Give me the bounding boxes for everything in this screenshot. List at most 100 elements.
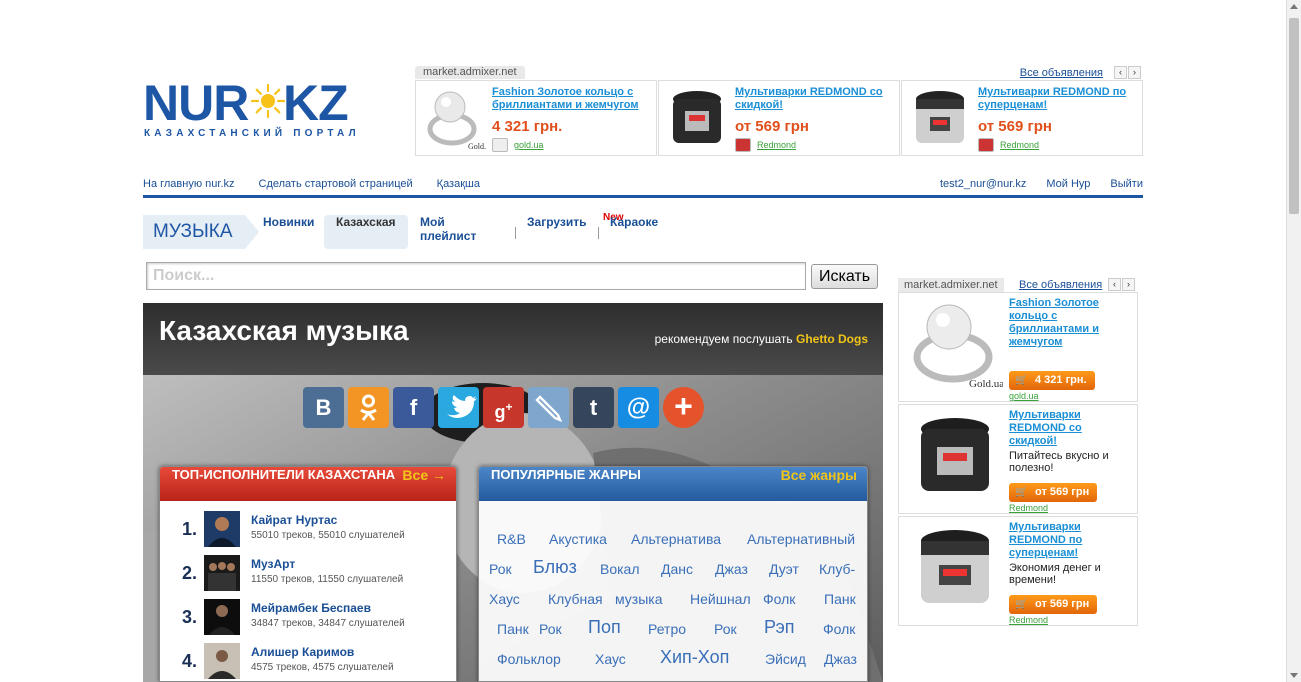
genre-tag[interactable]: Ретро [648, 621, 686, 637]
ad-shop-link[interactable]: gold.ua [514, 140, 544, 150]
nur-kz-logo[interactable]: NUR KZ КАЗАХСТАНСКИЙ ПОРТАЛ [143, 75, 363, 144]
ad-title[interactable]: Fashion Золотое кольцо с бриллиантами и … [1009, 297, 1105, 349]
user-email-link[interactable]: test2_nur@nur.kz [940, 178, 1026, 190]
genre-tag[interactable]: Панк [497, 621, 529, 637]
ad-pager: ‹ › [1114, 66, 1141, 79]
ad-item[interactable]: Мультиварки REDMOND со скидкой! от 569 г… [658, 80, 900, 156]
ad-all-link[interactable]: Все объявления [1019, 279, 1102, 291]
vk-icon[interactable]: В [303, 387, 344, 428]
chevron-left-icon[interactable]: ‹ [1108, 278, 1121, 291]
ad-price-button[interactable]: 4 321 грн. [1009, 371, 1095, 390]
tab-new-releases[interactable]: Новинки [263, 215, 314, 249]
genre-tag[interactable]: Дуэт [769, 561, 799, 577]
ad-title[interactable]: Fashion Золотое кольцо с бриллиантами и … [492, 86, 652, 112]
ad-card[interactable]: Gold.ua Fashion Золотое кольцо с бриллиа… [898, 292, 1138, 402]
list-item[interactable]: 3. Мейрамбек Беспаев 34847 треков, 34847… [182, 599, 452, 639]
chevron-right-icon[interactable]: › [1128, 66, 1141, 79]
genre-tag[interactable]: Рок [714, 621, 737, 637]
tab-my-playlist[interactable]: Мой плейлист [420, 215, 476, 249]
genre-tag[interactable]: Поп [588, 617, 621, 638]
genre-tag[interactable]: Фолк [823, 621, 855, 637]
genre-tag[interactable]: Рэп [764, 617, 795, 638]
ad-shop-link[interactable]: gold.ua [1009, 391, 1039, 401]
genre-tag[interactable]: музыка [615, 591, 662, 607]
genre-tag[interactable]: Акустика [549, 531, 607, 547]
music-section-title[interactable]: МУЗЫКА [143, 215, 259, 249]
twitter-icon[interactable] [438, 387, 479, 428]
all-artists-link[interactable]: Все → [402, 467, 446, 483]
genre-tag[interactable]: Джаз [824, 651, 857, 667]
odnoklassniki-icon[interactable] [348, 387, 389, 428]
artist-name-link[interactable]: Алишер Каримов [251, 645, 354, 659]
search-button[interactable]: Искать [811, 264, 878, 289]
facebook-icon[interactable]: f [393, 387, 434, 428]
genre-tag[interactable]: R&B [497, 531, 526, 547]
genre-tag[interactable]: Фолк [763, 591, 795, 607]
ad-all-link[interactable]: Все объявления [1020, 67, 1103, 79]
tab-karaoke[interactable]: Караоке [610, 215, 658, 249]
ad-title[interactable]: Мультиварки REDMOND по суперценам! [1009, 521, 1105, 560]
ad-card[interactable]: Мультиварки REDMOND со скидкой! Питайтес… [898, 404, 1138, 514]
ad-card[interactable]: Мультиварки REDMOND по суперценам! Эконо… [898, 516, 1138, 626]
tumblr-icon[interactable]: t [573, 387, 614, 428]
ad-price-button[interactable]: от 569 грн [1009, 595, 1098, 614]
genre-tag[interactable]: Клубная [548, 591, 603, 607]
genre-tag[interactable]: Блюз [533, 557, 577, 578]
genre-tag[interactable]: Хип-Хоп [660, 647, 729, 668]
ad-title[interactable]: Мультиварки REDMOND со скидкой! [735, 86, 895, 112]
page-scrollbar[interactable] [1286, 0, 1301, 682]
ad-price-button[interactable]: от 569 грн [1009, 483, 1098, 502]
chevron-left-icon[interactable]: ‹ [1114, 66, 1127, 79]
recommend-artist-link[interactable]: Ghetto Dogs [796, 332, 868, 346]
make-startpage-link[interactable]: Сделать стартовой страницей [259, 178, 413, 190]
genre-tag[interactable]: Хаус [489, 591, 520, 607]
tab-kazakh[interactable]: Казахская [324, 215, 408, 249]
home-link[interactable]: На главную nur.kz [143, 178, 235, 190]
ad-shop-link[interactable]: Redmond [1000, 140, 1039, 150]
genre-tag[interactable]: Клуб- [819, 561, 855, 577]
page-title: Казахская музыка [159, 315, 409, 346]
genre-tag[interactable]: Альтернативный [747, 531, 855, 547]
ad-shop-link[interactable]: Redmond [1009, 615, 1048, 625]
list-item[interactable]: 2. МузАрт 11550 треков, 11550 слушателей [182, 555, 452, 595]
genre-tag[interactable]: Нейшнал [690, 591, 751, 607]
more-share-icon[interactable]: + [663, 387, 704, 428]
list-item[interactable]: 1. Кайрат Нуртас 55010 треков, 55010 слу… [182, 511, 452, 551]
genre-tag[interactable]: Вокал [600, 561, 640, 577]
search-input[interactable]: Поиск... [146, 262, 806, 290]
ring-image: Gold.ua [913, 304, 1003, 389]
logout-link[interactable]: Выйти [1110, 178, 1143, 190]
artist-name-link[interactable]: Кайрат Нуртас [251, 513, 337, 527]
scrollbar-thumb[interactable] [1289, 18, 1299, 214]
ad-item[interactable]: Мультиварки REDMOND по суперценам! от 56… [901, 80, 1143, 156]
ad-shop-link[interactable]: Redmond [757, 140, 796, 150]
genre-tag[interactable]: Альтернатива [631, 531, 721, 547]
artist-name-link[interactable]: МузАрт [251, 557, 295, 571]
scroll-down-icon[interactable] [1290, 673, 1298, 678]
chevron-right-icon[interactable]: › [1122, 278, 1135, 291]
genre-tag[interactable]: Фольклор [497, 651, 561, 667]
genre-tag[interactable]: Джаз [715, 561, 748, 577]
list-item[interactable]: 4. Алишер Каримов 4575 треков, 4575 слуш… [182, 643, 452, 682]
ad-title[interactable]: Мультиварки REDMOND по суперценам! [978, 86, 1138, 112]
ad-shop-link[interactable]: Redmond [1009, 503, 1048, 513]
genre-tag[interactable]: Рок [539, 621, 562, 637]
livejournal-icon[interactable] [528, 387, 569, 428]
genre-tag[interactable]: Хаус [595, 651, 626, 667]
mail-icon[interactable]: @ [618, 387, 659, 428]
google-plus-icon[interactable]: g+ [483, 387, 524, 428]
my-nur-link[interactable]: Мой Нур [1046, 178, 1090, 190]
genre-tag[interactable]: Рок [489, 561, 512, 577]
tab-upload[interactable]: Загрузить [527, 215, 586, 249]
all-genres-link[interactable]: Все жанры [781, 467, 857, 483]
genre-tag[interactable]: Данс [661, 561, 693, 577]
ad-item[interactable]: Gold.ua Fashion Золотое кольцо с бриллиа… [415, 80, 657, 156]
genre-tag[interactable]: Эйсид [765, 651, 806, 667]
scroll-up-icon[interactable] [1290, 4, 1298, 9]
avatar [204, 599, 240, 635]
top-artists-title: ТОП-ИСПОЛНИТЕЛИ КАЗАХСТАНА [172, 467, 396, 482]
kazakh-language-link[interactable]: Қазақша [437, 178, 480, 190]
artist-name-link[interactable]: Мейрамбек Беспаев [251, 601, 371, 615]
ad-title[interactable]: Мультиварки REDMOND со скидкой! [1009, 409, 1105, 448]
genre-tag[interactable]: Панк [824, 591, 856, 607]
